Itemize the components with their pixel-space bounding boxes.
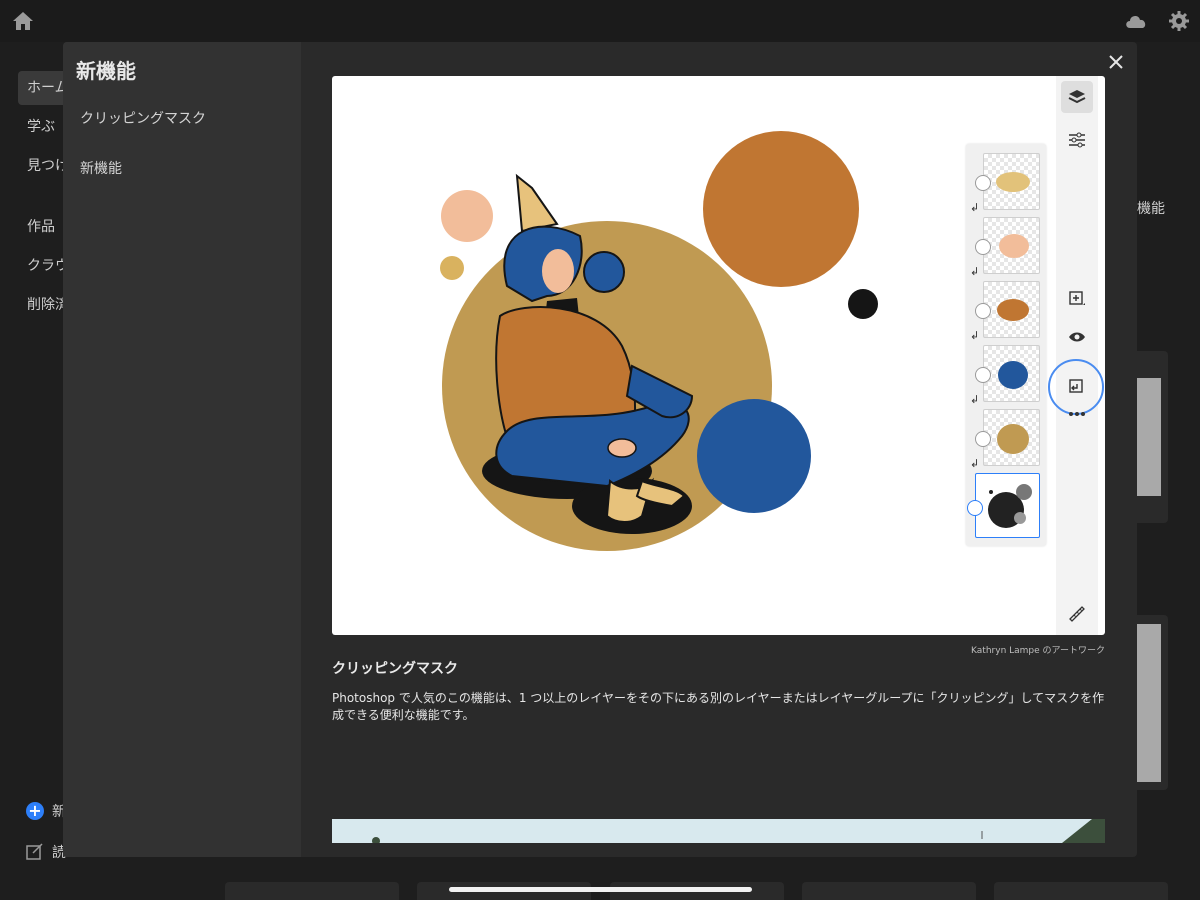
dialog-link-whats-new[interactable]: 新機能	[80, 158, 122, 178]
clip-arrow-icon: ↲	[970, 393, 980, 406]
next-feature-preview	[332, 819, 1105, 843]
new-document-button[interactable]: + 新	[26, 801, 66, 821]
home-indicator[interactable]	[449, 887, 752, 892]
feature-description: Photoshop で人気のこの機能は、1 つ以上のレイヤーをその下にある別のレ…	[332, 691, 1105, 722]
feature-title: クリッピングマスク	[332, 661, 458, 677]
more-icon[interactable]	[1061, 398, 1093, 430]
layer-thumbnail[interactable]	[983, 345, 1040, 402]
import-button[interactable]: 読	[26, 842, 66, 862]
home-icon[interactable]	[12, 11, 34, 31]
clip-arrow-icon: ↲	[970, 329, 980, 342]
background-tile[interactable]	[802, 882, 976, 900]
layer-thumbnail-selected[interactable]	[975, 473, 1040, 538]
tool-rail	[1048, 76, 1104, 635]
layer-thumbnail[interactable]	[983, 281, 1040, 338]
black-dot	[848, 289, 878, 319]
background-card-thumbnail	[1137, 378, 1161, 496]
background-tile[interactable]	[225, 882, 399, 900]
layers-icon[interactable]	[1061, 81, 1093, 113]
cloud-icon[interactable]	[1124, 12, 1148, 30]
layer-handle-icon[interactable]	[975, 367, 991, 383]
background-tile[interactable]	[994, 882, 1168, 900]
feature-illustration: ↲ ↲ ↲ ↲ ↲	[332, 76, 1105, 635]
orange-circle	[703, 131, 859, 287]
background-card-thumbnail	[1137, 624, 1161, 782]
artwork-credit: Kathryn Lampe のアートワーク	[971, 646, 1105, 656]
layers-panel: ↲ ↲ ↲ ↲ ↲	[966, 144, 1046, 546]
layer-thumbnail[interactable]	[983, 153, 1040, 210]
layer-thumbnail[interactable]	[983, 217, 1040, 274]
plus-icon: +	[26, 802, 44, 820]
clip-arrow-icon: ↲	[970, 457, 980, 470]
import-icon	[26, 843, 43, 860]
close-icon[interactable]	[1106, 52, 1126, 72]
clip-arrow-icon: ↲	[970, 201, 980, 214]
layer-handle-icon[interactable]	[975, 303, 991, 319]
add-layer-icon[interactable]	[1061, 283, 1093, 315]
layer-handle-icon[interactable]	[967, 500, 983, 516]
peach-dot	[441, 190, 493, 242]
layer-handle-icon[interactable]	[975, 431, 991, 447]
layer-thumbnail[interactable]	[983, 409, 1040, 466]
visibility-eye-icon[interactable]	[1061, 321, 1093, 353]
layer-handle-icon[interactable]	[975, 239, 991, 255]
top-bar	[0, 0, 1200, 42]
ruler-icon[interactable]	[1061, 598, 1093, 630]
background-section-label: 機能	[1137, 201, 1165, 217]
gear-icon[interactable]	[1168, 10, 1190, 32]
dialog-sidebar: 新機能 クリッピングマスク 新機能	[63, 42, 301, 857]
mustard-dot	[440, 256, 464, 280]
clip-arrow-icon: ↲	[970, 265, 980, 278]
whats-new-dialog: 新機能 クリッピングマスク 新機能 ↲ ↲ ↲ ↲ ↲ Kathryn Lamp…	[63, 42, 1137, 857]
dialog-link-clipping-mask[interactable]: クリッピングマスク	[80, 108, 206, 128]
layer-handle-icon[interactable]	[975, 175, 991, 191]
adjustments-icon[interactable]	[1061, 124, 1093, 156]
dialog-title: 新機能	[76, 59, 136, 83]
blue-circle	[697, 399, 811, 513]
